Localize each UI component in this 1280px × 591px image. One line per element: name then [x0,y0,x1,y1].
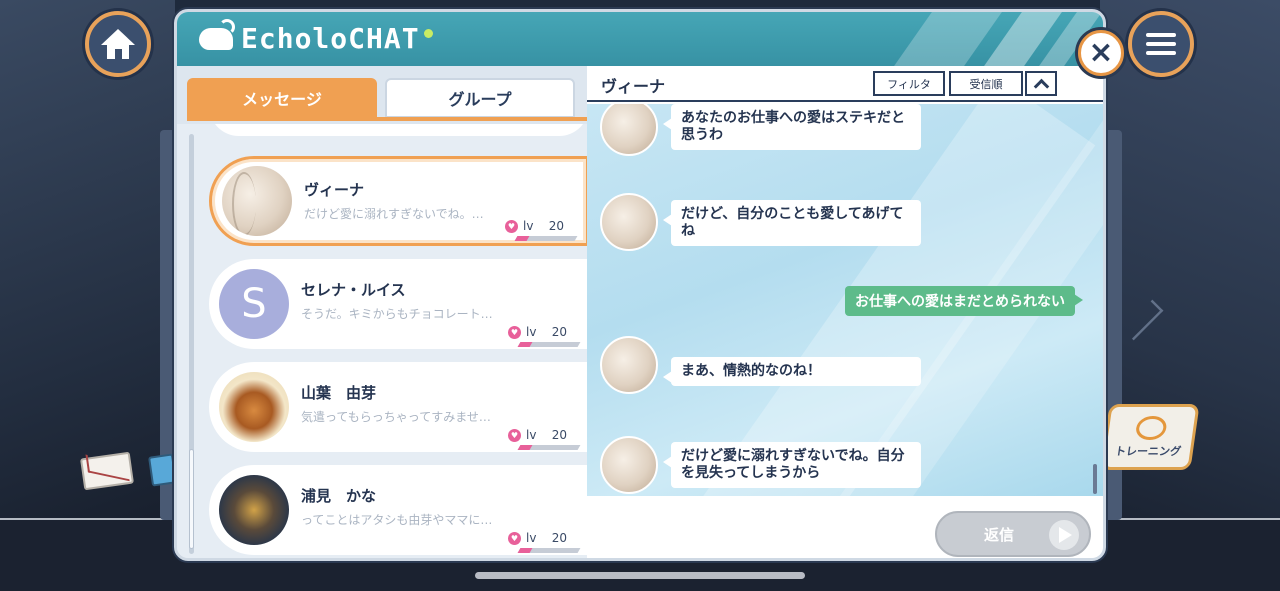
reply-label: 返信 [983,525,1014,544]
contact-item[interactable]: 山葉 由芽 気遣ってもらっちゃってすみませ… ♥ lv 20 [209,362,587,452]
level-value: 20 [548,219,564,233]
contact-name: セレナ・ルイス [301,281,406,299]
contact-name: 山葉 由芽 [301,384,377,402]
level-label: lv [526,325,537,339]
contact-list[interactable]: ヴィーナ だけど愛に溺れすぎないでね。… ♥ lv 20 ›› S セレナ・ルイ… [177,124,587,558]
level-badge: ♥ lv 20 [505,219,564,233]
background-right [1100,0,1280,591]
message-bubble-incoming: だけど愛に溺れすぎないでね。自分を見失ってしまうから [663,442,921,488]
contact-preview: ってことはアタシも由芽やママに… [301,513,493,527]
level-value: 20 [551,325,567,339]
tab-underline [187,117,587,121]
contact-name: 浦見 かな [301,487,377,505]
contact-preview: だけど愛に溺れすぎないでね。… [304,207,484,221]
background-left [0,0,175,591]
home-icon [101,29,135,59]
contact-item[interactable]: ヴィーナ だけど愛に溺れすぎないでね。… ♥ lv 20 ›› [209,156,587,246]
send-icon [1049,520,1079,550]
exercise-bike-icon [1134,415,1169,440]
avatar [600,193,658,251]
scrollbar-thumb[interactable] [1093,464,1097,494]
avatar [600,104,658,156]
home-indicator [475,572,805,579]
level-label: lv [526,531,537,545]
hamburger-icon [1146,28,1176,60]
close-button[interactable]: × [1078,30,1124,76]
app-logo: EcholoCHAT [199,18,433,55]
message-bubble-incoming: だけど、自分のことも愛してあげてね [663,200,921,246]
scrollbar-thumb[interactable] [189,449,194,549]
card-icon[interactable] [148,453,177,487]
level-value: 20 [551,531,567,545]
level-bar [517,342,581,347]
training-label: トレーニング [1114,444,1182,458]
title-bar: EcholoCHAT [177,12,1103,66]
close-icon: × [1088,35,1114,70]
conversation-title: ヴィーナ [601,77,666,96]
avatar [600,436,658,494]
chevron-up-icon [1033,78,1049,94]
home-button[interactable] [85,11,151,77]
tab-groups[interactable]: グループ [385,78,575,118]
level-bar [514,236,578,241]
avatar [219,372,289,442]
message-bubble-outgoing: お仕事への愛はまだとめられない [845,286,1083,316]
logo-dot [423,29,433,38]
contact-pane: メッセージ グループ ヴィーナ だけど愛に溺れすぎないでね。… ♥ lv 20 … [177,66,587,558]
contact-item[interactable]: 浦見 かな ってことはアタシも由芽やママに… ♥ lv 20 [209,465,587,555]
level-label: lv [526,428,537,442]
avatar [600,336,658,394]
level-value: 20 [551,428,567,442]
menu-button[interactable] [1128,11,1194,77]
level-badge: ♥ lv 20 [508,428,567,442]
contact-name: ヴィーナ [304,181,365,199]
reply-button[interactable]: 返信 [935,511,1091,557]
heart-icon: ♥ [508,428,522,442]
training-button[interactable]: トレーニング [1100,404,1200,470]
avatar [222,166,292,236]
heart-icon: ♥ [508,531,522,545]
tab-messages[interactable]: メッセージ [187,78,377,118]
message-bubble-incoming: まあ、情熱的なのね！ [663,357,921,386]
contact-item[interactable]: S セレナ・ルイス そうだ。キミからもチョコレート… ♥ lv 20 [209,259,587,349]
chat-window: EcholoCHAT メッセージ グループ ヴィーナ だけど愛に溺れすぎないでね… [174,9,1106,561]
level-badge: ♥ lv 20 [508,531,567,545]
heart-icon: ♥ [508,325,522,339]
avatar [219,475,289,545]
app-title: EcholoCHAT [241,22,420,55]
filter-button[interactable]: フィルタ [873,71,945,96]
message-list[interactable]: あなたのお仕事への愛はステキだと思うわ だけど、自分のことも愛してあげてね お仕… [587,104,1103,496]
level-label: lv [523,219,534,233]
level-badge: ♥ lv 20 [508,325,567,339]
conversation-header: ヴィーナ フィルタ 受信順 [587,66,1103,102]
heart-icon: ♥ [505,219,519,233]
contact-preview: 気遣ってもらっちゃってすみませ… [301,410,491,424]
sort-order-button[interactable]: 受信順 [949,71,1023,96]
collapse-button[interactable] [1025,71,1057,96]
conversation-pane: ヴィーナ フィルタ 受信順 あなたのお仕事への愛はステキだと思うわ だけど、自分… [587,66,1103,558]
level-bar [517,445,581,450]
level-bar [517,548,581,553]
avatar: S [219,269,289,339]
message-bubble-incoming: あなたのお仕事への愛はステキだと思うわ [663,104,921,150]
whale-icon [199,18,235,50]
list-item[interactable] [209,124,587,136]
contact-preview: そうだ。キミからもチョコレート… [301,307,493,321]
